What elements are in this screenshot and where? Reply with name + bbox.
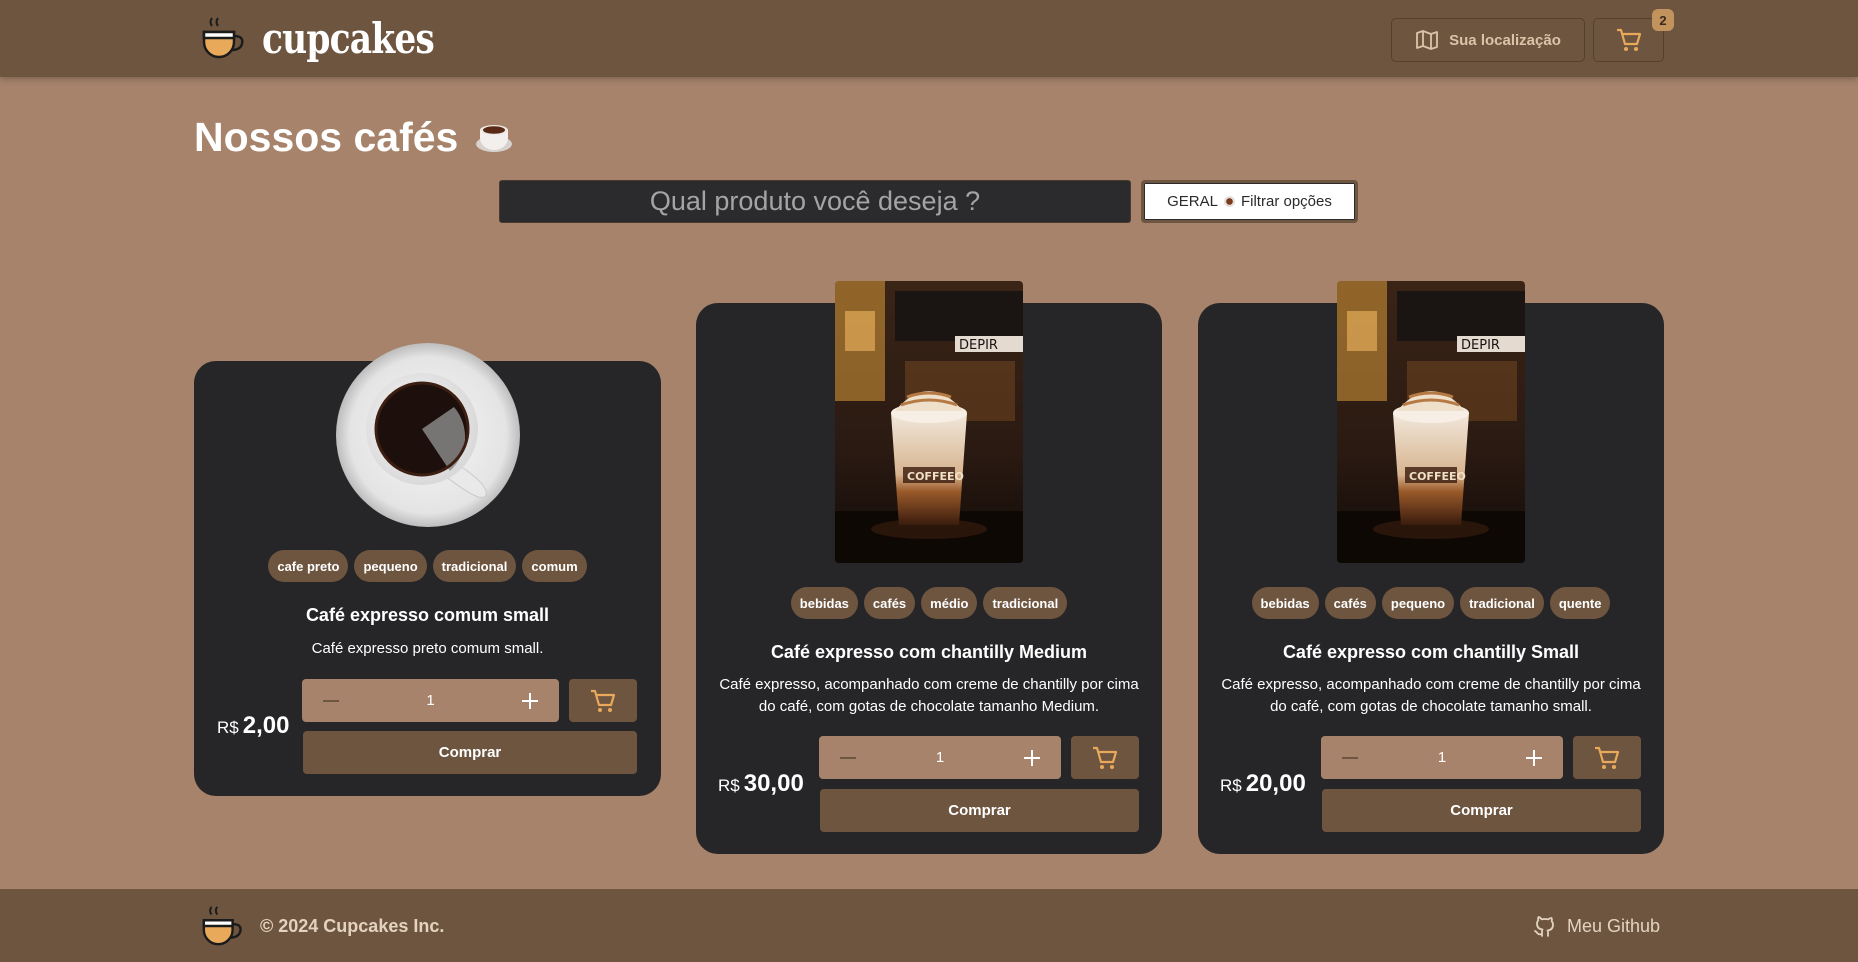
minus-icon bbox=[840, 756, 856, 759]
plus-icon bbox=[1526, 749, 1542, 766]
product-price: R$ 30,00 bbox=[718, 770, 804, 798]
tag[interactable]: cafés bbox=[863, 587, 916, 619]
product-title: Café expresso com chantilly Medium bbox=[770, 642, 1088, 662]
cart-icon bbox=[1595, 746, 1620, 769]
tag[interactable]: bebidas bbox=[790, 587, 858, 619]
filter-button[interactable]: GERAL Filtrar opções bbox=[1141, 180, 1358, 223]
filter-label: Filtrar opções bbox=[1240, 193, 1332, 210]
price-currency: R$ bbox=[1220, 776, 1242, 795]
map-icon bbox=[1416, 30, 1439, 50]
product-description: Café expresso preto comum small. bbox=[311, 640, 544, 657]
coffee-shop-photo: DEPIR COFFEEO bbox=[835, 281, 1023, 563]
add-to-cart-button[interactable] bbox=[1573, 736, 1641, 779]
tag[interactable]: quente bbox=[1549, 587, 1611, 619]
github-icon bbox=[1534, 916, 1554, 937]
increase-button[interactable] bbox=[1521, 745, 1547, 771]
github-label: Meu Github bbox=[1567, 915, 1661, 936]
page-title: Nossos cafés bbox=[194, 114, 514, 161]
price-value: 20,00 bbox=[1245, 770, 1306, 797]
tag[interactable]: cafe preto bbox=[268, 550, 349, 582]
price-value: 30,00 bbox=[743, 770, 804, 797]
svg-text:COFFEEO: COFFEEO bbox=[1409, 470, 1466, 483]
tag[interactable]: médio bbox=[921, 587, 978, 619]
decrease-button[interactable] bbox=[835, 745, 861, 771]
product-title: Café expresso comum small bbox=[305, 605, 550, 625]
filter-category: GERAL bbox=[1167, 193, 1218, 210]
product-description: Café expresso, acompanhado com creme de … bbox=[1221, 676, 1641, 715]
github-link[interactable]: Meu Github bbox=[1533, 914, 1660, 938]
plus-icon bbox=[522, 692, 538, 709]
product-card: DEPIR COFFEEO bebidas cafés pequeno trad… bbox=[1198, 281, 1664, 854]
increase-button[interactable] bbox=[1019, 745, 1045, 771]
product-image bbox=[334, 341, 522, 529]
buy-button[interactable]: Comprar bbox=[820, 789, 1139, 832]
copyright-text: © 2024 Cupcakes Inc. bbox=[260, 915, 445, 936]
buy-button[interactable]: Comprar bbox=[1322, 789, 1641, 832]
footer-brand: © 2024 Cupcakes Inc. bbox=[200, 903, 444, 949]
product-image: DEPIR COFFEEO bbox=[1337, 281, 1525, 563]
coffee-dot-icon bbox=[1223, 196, 1235, 207]
tag[interactable]: pequeno bbox=[1381, 587, 1455, 619]
price-value: 2,00 bbox=[242, 712, 290, 739]
price-currency: R$ bbox=[217, 718, 239, 737]
tag[interactable]: tradicional bbox=[432, 550, 517, 582]
product-image: DEPIR COFFEEO bbox=[835, 281, 1023, 563]
product-card: cafe preto pequeno tradicional comum Caf… bbox=[194, 343, 661, 796]
location-label: Sua localização bbox=[1449, 31, 1561, 49]
logo-text: cupcakes bbox=[262, 13, 435, 63]
tag[interactable]: pequeno bbox=[354, 550, 427, 582]
minus-icon bbox=[1342, 756, 1358, 759]
svg-text:DEPIR: DEPIR bbox=[959, 338, 998, 353]
footer: © 2024 Cupcakes Inc. Meu Github bbox=[0, 889, 1858, 962]
coffee-shop-photo: DEPIR COFFEEO bbox=[1337, 281, 1525, 563]
quantity-value: 1 bbox=[935, 749, 945, 766]
quantity-value: 1 bbox=[1437, 749, 1447, 766]
plus-icon bbox=[1024, 749, 1040, 766]
decrease-button[interactable] bbox=[1337, 745, 1363, 771]
logo[interactable]: cupcakes bbox=[200, 12, 472, 64]
location-button[interactable]: Sua localização bbox=[1391, 18, 1585, 62]
quantity-stepper: 1 bbox=[1321, 736, 1563, 779]
product-price: R$ 20,00 bbox=[1220, 770, 1306, 798]
top-header: cupcakes Sua localização 2 bbox=[0, 0, 1858, 77]
tag[interactable]: bebidas bbox=[1251, 587, 1319, 619]
increase-button[interactable] bbox=[517, 688, 543, 714]
page-title-text: Nossos cafés bbox=[194, 114, 459, 160]
tag-list: bebidas cafés pequeno tradicional quente bbox=[1198, 587, 1664, 619]
svg-text:DEPIR: DEPIR bbox=[1461, 338, 1500, 353]
tag[interactable]: cafés bbox=[1324, 587, 1376, 619]
cart-icon bbox=[1616, 28, 1641, 51]
add-to-cart-button[interactable] bbox=[569, 679, 637, 722]
coffee-cup-logo-icon bbox=[202, 906, 242, 946]
svg-text:COFFEEO: COFFEEO bbox=[907, 470, 964, 483]
add-to-cart-button[interactable] bbox=[1071, 736, 1139, 779]
price-currency: R$ bbox=[718, 776, 740, 795]
minus-icon bbox=[323, 699, 339, 702]
product-description: Café expresso, acompanhado com creme de … bbox=[719, 676, 1139, 715]
product-card: DEPIR COFFEEO bebidas cafés médio tradic… bbox=[696, 281, 1162, 854]
tag[interactable]: tradicional bbox=[1460, 587, 1544, 619]
product-price: R$ 2,00 bbox=[217, 712, 289, 740]
product-title: Café expresso com chantilly Small bbox=[1282, 642, 1580, 662]
buy-button[interactable]: Comprar bbox=[303, 731, 637, 774]
quantity-stepper: 1 bbox=[819, 736, 1061, 779]
coffee-cup-logo-icon bbox=[202, 17, 244, 59]
cart-icon bbox=[1093, 746, 1118, 769]
coffee-cup-photo bbox=[336, 343, 520, 527]
decrease-button[interactable] bbox=[318, 688, 344, 714]
tag-list: bebidas cafés médio tradicional bbox=[696, 587, 1162, 619]
cart-icon bbox=[591, 689, 616, 712]
tag[interactable]: tradicional bbox=[983, 587, 1068, 619]
quantity-value: 1 bbox=[426, 692, 435, 709]
tag[interactable]: comum bbox=[522, 550, 587, 582]
cart-count-badge: 2 bbox=[1652, 9, 1674, 31]
search-input[interactable] bbox=[499, 180, 1131, 223]
quantity-stepper: 1 bbox=[302, 679, 559, 722]
coffee-cup-icon bbox=[476, 124, 513, 152]
tag-list: cafe preto pequeno tradicional comum bbox=[194, 550, 661, 582]
